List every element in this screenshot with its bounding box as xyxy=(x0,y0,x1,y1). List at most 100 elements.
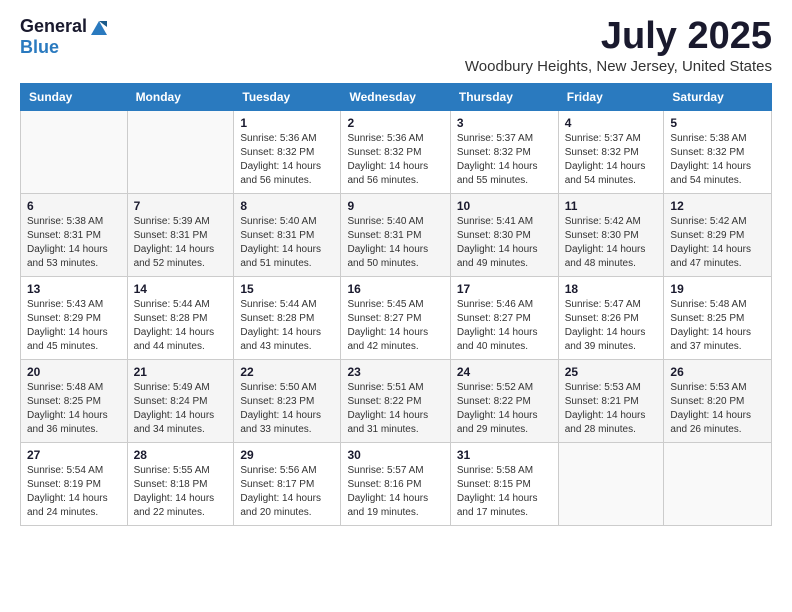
calendar-cell: 17 Sunrise: 5:46 AM Sunset: 8:27 PM Dayli… xyxy=(450,276,558,359)
calendar-cell: 25Sunrise: 5:53 AM Sunset: 8:21 PM Dayli… xyxy=(558,359,664,442)
day-info: Sunrise: 5:36 AM Sunset: 8:32 PM Dayligh… xyxy=(347,132,443,188)
calendar-cell: 12 Sunrise: 5:42 AM Sunset: 8:29 PM Dayli… xyxy=(664,193,772,276)
logo-blue-text: Blue xyxy=(20,37,59,57)
month-title: July 2025 xyxy=(465,16,772,58)
day-number: 26 xyxy=(670,365,765,379)
day-number: 18 xyxy=(565,282,658,296)
calendar-cell: 20Sunrise: 5:48 AM Sunset: 8:25 PM Dayli… xyxy=(21,359,128,442)
calendar-cell: 5 Sunrise: 5:38 AM Sunset: 8:32 PM Daylig… xyxy=(664,110,772,193)
day-number: 19 xyxy=(670,282,765,296)
day-info: Sunrise: 5:37 AM Sunset: 8:32 PM Dayligh… xyxy=(565,132,658,188)
day-number: 30 xyxy=(347,448,443,462)
title-section: July 2025 Woodbury Heights, New Jersey, … xyxy=(465,16,772,75)
day-number: 23 xyxy=(347,365,443,379)
calendar-week-row: 1 Sunrise: 5:36 AM Sunset: 8:32 PM Daylig… xyxy=(21,110,772,193)
day-number: 4 xyxy=(565,116,658,130)
day-number: 15 xyxy=(240,282,334,296)
calendar-cell: 3Sunrise: 5:37 AM Sunset: 8:32 PM Daylig… xyxy=(450,110,558,193)
calendar-cell: 7 Sunrise: 5:39 AM Sunset: 8:31 PM Daylig… xyxy=(127,193,234,276)
day-info: Sunrise: 5:42 AM Sunset: 8:29 PM Dayligh… xyxy=(670,215,765,271)
calendar-cell: 23 Sunrise: 5:51 AM Sunset: 8:22 PM Dayli… xyxy=(341,359,450,442)
day-info: Sunrise: 5:48 AM Sunset: 8:25 PM Dayligh… xyxy=(670,298,765,354)
day-number: 5 xyxy=(670,116,765,130)
calendar-cell: 24Sunrise: 5:52 AM Sunset: 8:22 PM Dayli… xyxy=(450,359,558,442)
calendar-table: SundayMondayTuesdayWednesdayThursdayFrid… xyxy=(20,83,772,526)
calendar-week-row: 6 Sunrise: 5:38 AM Sunset: 8:31 PM Daylig… xyxy=(21,193,772,276)
calendar-day-header: Thursday xyxy=(450,83,558,110)
day-info: Sunrise: 5:57 AM Sunset: 8:16 PM Dayligh… xyxy=(347,464,443,520)
day-info: Sunrise: 5:38 AM Sunset: 8:31 PM Dayligh… xyxy=(27,215,121,271)
calendar-cell: 4 Sunrise: 5:37 AM Sunset: 8:32 PM Daylig… xyxy=(558,110,664,193)
day-number: 1 xyxy=(240,116,334,130)
day-info: Sunrise: 5:39 AM Sunset: 8:31 PM Dayligh… xyxy=(134,215,228,271)
day-number: 13 xyxy=(27,282,121,296)
calendar-cell: 22 Sunrise: 5:50 AM Sunset: 8:23 PM Dayli… xyxy=(234,359,341,442)
calendar-cell xyxy=(664,442,772,525)
calendar-cell: 27Sunrise: 5:54 AM Sunset: 8:19 PM Dayli… xyxy=(21,442,128,525)
day-info: Sunrise: 5:42 AM Sunset: 8:30 PM Dayligh… xyxy=(565,215,658,271)
day-number: 27 xyxy=(27,448,121,462)
day-info: Sunrise: 5:58 AM Sunset: 8:15 PM Dayligh… xyxy=(457,464,552,520)
day-number: 11 xyxy=(565,199,658,213)
day-number: 8 xyxy=(240,199,334,213)
day-info: Sunrise: 5:38 AM Sunset: 8:32 PM Dayligh… xyxy=(670,132,765,188)
day-info: Sunrise: 5:46 AM Sunset: 8:27 PM Dayligh… xyxy=(457,298,552,354)
calendar-cell: 14Sunrise: 5:44 AM Sunset: 8:28 PM Dayli… xyxy=(127,276,234,359)
calendar-day-header: Tuesday xyxy=(234,83,341,110)
calendar-header-row: SundayMondayTuesdayWednesdayThursdayFrid… xyxy=(21,83,772,110)
day-info: Sunrise: 5:45 AM Sunset: 8:27 PM Dayligh… xyxy=(347,298,443,354)
day-number: 24 xyxy=(457,365,552,379)
day-number: 21 xyxy=(134,365,228,379)
day-number: 7 xyxy=(134,199,228,213)
day-number: 29 xyxy=(240,448,334,462)
day-info: Sunrise: 5:36 AM Sunset: 8:32 PM Dayligh… xyxy=(240,132,334,188)
calendar-cell: 10Sunrise: 5:41 AM Sunset: 8:30 PM Dayli… xyxy=(450,193,558,276)
day-number: 10 xyxy=(457,199,552,213)
day-info: Sunrise: 5:55 AM Sunset: 8:18 PM Dayligh… xyxy=(134,464,228,520)
day-number: 16 xyxy=(347,282,443,296)
day-number: 6 xyxy=(27,199,121,213)
location-title: Woodbury Heights, New Jersey, United Sta… xyxy=(465,58,772,75)
calendar-week-row: 13 Sunrise: 5:43 AM Sunset: 8:29 PM Dayli… xyxy=(21,276,772,359)
calendar-day-header: Monday xyxy=(127,83,234,110)
day-number: 22 xyxy=(240,365,334,379)
day-info: Sunrise: 5:48 AM Sunset: 8:25 PM Dayligh… xyxy=(27,381,121,437)
calendar-day-header: Saturday xyxy=(664,83,772,110)
calendar-cell: 6 Sunrise: 5:38 AM Sunset: 8:31 PM Daylig… xyxy=(21,193,128,276)
day-number: 17 xyxy=(457,282,552,296)
day-info: Sunrise: 5:50 AM Sunset: 8:23 PM Dayligh… xyxy=(240,381,334,437)
day-info: Sunrise: 5:51 AM Sunset: 8:22 PM Dayligh… xyxy=(347,381,443,437)
calendar-cell: 21Sunrise: 5:49 AM Sunset: 8:24 PM Dayli… xyxy=(127,359,234,442)
day-info: Sunrise: 5:40 AM Sunset: 8:31 PM Dayligh… xyxy=(240,215,334,271)
day-info: Sunrise: 5:40 AM Sunset: 8:31 PM Dayligh… xyxy=(347,215,443,271)
calendar-cell xyxy=(21,110,128,193)
day-info: Sunrise: 5:44 AM Sunset: 8:28 PM Dayligh… xyxy=(240,298,334,354)
day-number: 12 xyxy=(670,199,765,213)
day-info: Sunrise: 5:47 AM Sunset: 8:26 PM Dayligh… xyxy=(565,298,658,354)
calendar-cell: 11 Sunrise: 5:42 AM Sunset: 8:30 PM Dayli… xyxy=(558,193,664,276)
day-info: Sunrise: 5:53 AM Sunset: 8:21 PM Dayligh… xyxy=(565,381,658,437)
day-number: 31 xyxy=(457,448,552,462)
calendar-cell: 16 Sunrise: 5:45 AM Sunset: 8:27 PM Dayli… xyxy=(341,276,450,359)
logo-icon xyxy=(89,17,109,37)
day-number: 28 xyxy=(134,448,228,462)
calendar-cell: 19 Sunrise: 5:48 AM Sunset: 8:25 PM Dayli… xyxy=(664,276,772,359)
day-number: 14 xyxy=(134,282,228,296)
calendar-day-header: Friday xyxy=(558,83,664,110)
calendar-week-row: 20Sunrise: 5:48 AM Sunset: 8:25 PM Dayli… xyxy=(21,359,772,442)
calendar-cell xyxy=(558,442,664,525)
calendar-cell: 13 Sunrise: 5:43 AM Sunset: 8:29 PM Dayli… xyxy=(21,276,128,359)
day-number: 3 xyxy=(457,116,552,130)
calendar-cell: 31 Sunrise: 5:58 AM Sunset: 8:15 PM Dayli… xyxy=(450,442,558,525)
calendar-cell: 9 Sunrise: 5:40 AM Sunset: 8:31 PM Daylig… xyxy=(341,193,450,276)
calendar-cell xyxy=(127,110,234,193)
page-header: General Blue July 2025 Woodbury Heights,… xyxy=(20,16,772,75)
calendar-cell: 1 Sunrise: 5:36 AM Sunset: 8:32 PM Daylig… xyxy=(234,110,341,193)
day-info: Sunrise: 5:56 AM Sunset: 8:17 PM Dayligh… xyxy=(240,464,334,520)
day-number: 9 xyxy=(347,199,443,213)
logo: General Blue xyxy=(20,16,109,58)
calendar-cell: 8 Sunrise: 5:40 AM Sunset: 8:31 PM Daylig… xyxy=(234,193,341,276)
calendar-week-row: 27Sunrise: 5:54 AM Sunset: 8:19 PM Dayli… xyxy=(21,442,772,525)
day-info: Sunrise: 5:43 AM Sunset: 8:29 PM Dayligh… xyxy=(27,298,121,354)
calendar-cell: 15 Sunrise: 5:44 AM Sunset: 8:28 PM Dayli… xyxy=(234,276,341,359)
